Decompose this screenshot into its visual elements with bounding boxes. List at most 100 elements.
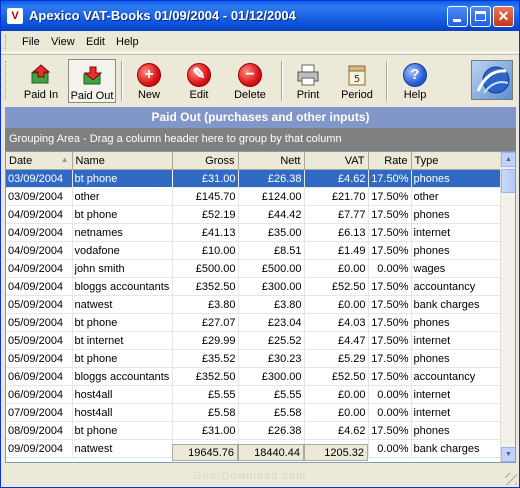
cell-vat: £21.70	[304, 187, 369, 206]
logo-globe-icon	[476, 66, 510, 94]
paid-out-label: Paid Out	[70, 90, 114, 102]
table-row[interactable]: 04/09/2004 bloggs accountants £352.50 £300.…	[6, 277, 501, 296]
edit-button[interactable]: ✎ Edit	[175, 59, 223, 103]
cell-type: phones	[411, 349, 501, 368]
column-header-vat[interactable]: VAT	[304, 152, 369, 170]
cell-type: wages	[411, 259, 501, 278]
cell-date: 04/09/2004	[6, 205, 73, 224]
cell-date: 03/09/2004	[6, 187, 73, 206]
grouping-area[interactable]: Grouping Area - Drag a column header her…	[5, 128, 516, 151]
cell-vat: £0.00	[304, 385, 369, 404]
column-header-date[interactable]: Date ▲	[6, 152, 73, 170]
help-button[interactable]: ? Help	[391, 59, 439, 103]
sort-asc-icon: ▲	[60, 154, 69, 164]
scroll-up-button[interactable]: ▲	[501, 152, 515, 167]
table-row[interactable]: 04/09/2004 john smith £500.00 £500.00 £0.00 0…	[6, 259, 501, 278]
column-header-gross[interactable]: Gross	[172, 152, 239, 170]
column-header-name[interactable]: Name	[72, 152, 173, 170]
arrow-up-icon: ▲	[505, 156, 512, 163]
cell-date: 06/09/2004	[6, 385, 73, 404]
cell-gross: £29.99	[172, 331, 239, 350]
menu-grip[interactable]	[5, 35, 9, 49]
cell-name: host4all	[72, 385, 173, 404]
maximize-button[interactable]	[470, 6, 491, 27]
table-row[interactable]: 05/09/2004 bt phone £27.07 £23.04 £4.03 17.50…	[6, 313, 501, 332]
menu-edit[interactable]: Edit	[86, 36, 105, 48]
print-label: Print	[296, 89, 320, 101]
total-nett: 18440.44	[238, 444, 304, 461]
app-logo	[471, 60, 513, 100]
main-window: V Apexico VAT-Books 01/09/2004 - 01/12/2…	[0, 0, 520, 488]
cell-type: accountancy	[411, 277, 501, 296]
cell-nett: £3.80	[238, 295, 305, 314]
table-row[interactable]: 05/09/2004 natwest £3.80 £3.80 £0.00 17.50% ba…	[6, 295, 501, 314]
toolbar-grip[interactable]	[5, 61, 9, 99]
total-vat: 1205.32	[304, 444, 368, 461]
cell-nett: £23.04	[238, 313, 305, 332]
print-button[interactable]: Print	[284, 59, 332, 103]
column-header-type[interactable]: Type	[411, 152, 501, 170]
paid-out-button[interactable]: Paid Out	[68, 59, 116, 103]
column-header-nett[interactable]: Nett	[238, 152, 305, 170]
cell-gross: £3.80	[172, 295, 239, 314]
printer-icon	[297, 64, 319, 86]
new-label: New	[137, 89, 160, 101]
cell-type: phones	[411, 313, 501, 332]
cell-nett: £8.51	[238, 241, 305, 260]
paid-in-button[interactable]: Paid In	[17, 59, 65, 103]
toolbar-separator	[121, 61, 123, 101]
cell-type: bank charges	[411, 295, 501, 314]
table-row[interactable]: 07/09/2004 host4all £5.58 £5.58 £0.00 0.00% in…	[6, 403, 501, 422]
table-row[interactable]: 04/09/2004 bt phone £52.19 £44.42 £7.77 17.50…	[6, 205, 501, 224]
app-icon[interactable]: V	[7, 8, 23, 24]
cell-date: 05/09/2004	[6, 295, 73, 314]
cell-gross: £27.07	[172, 313, 239, 332]
status-bar: GearDownload.com	[1, 467, 519, 487]
table-row[interactable]: 08/09/2004 bt phone £31.00 £26.38 £4.62 17.50…	[6, 421, 501, 440]
toolbar-separator	[386, 61, 388, 101]
new-button[interactable]: + New	[125, 59, 173, 103]
scroll-down-button[interactable]: ▼	[501, 447, 515, 462]
cell-vat: £7.77	[304, 205, 369, 224]
cell-gross: £41.13	[172, 223, 239, 242]
scroll-thumb[interactable]	[501, 169, 515, 193]
vertical-scrollbar[interactable]: ▲ ▼	[500, 152, 515, 462]
minimize-icon	[453, 19, 461, 22]
menu-help[interactable]: Help	[116, 36, 139, 48]
table-row[interactable]: 05/09/2004 bt phone £35.52 £30.23 £5.29 17.50…	[6, 349, 501, 368]
calendar-icon: 5	[348, 65, 366, 86]
menu-view[interactable]: View	[51, 36, 75, 48]
cell-name: bloggs accountants	[72, 367, 173, 386]
cell-vat: £4.03	[304, 313, 369, 332]
table-row[interactable]: 04/09/2004 vodafone £10.00 £8.51 £1.49 17.50%…	[6, 241, 501, 260]
cell-gross: £52.19	[172, 205, 239, 224]
cell-date: 05/09/2004	[6, 349, 73, 368]
cell-nett: £44.42	[238, 205, 305, 224]
cell-rate: 17.50%	[368, 223, 412, 242]
cell-name: bt phone	[72, 205, 173, 224]
help-icon: ?	[403, 63, 427, 87]
minimize-button[interactable]	[447, 6, 468, 27]
period-button[interactable]: 5 Period	[333, 59, 381, 103]
arrow-down-icon: ▼	[505, 451, 512, 458]
menu-bar: File View Edit Help	[1, 32, 519, 53]
delete-button[interactable]: − Delete	[226, 59, 274, 103]
menu-file[interactable]: File	[22, 36, 40, 48]
title-bar[interactable]: V Apexico VAT-Books 01/09/2004 - 01/12/2…	[1, 1, 519, 31]
cell-rate: 17.50%	[368, 313, 412, 332]
table-row[interactable]: 04/09/2004 netnames £41.13 £35.00 £6.13 17.50…	[6, 223, 501, 242]
close-button[interactable]: ✕	[493, 6, 514, 27]
view-banner: Paid Out (purchases and other inputs)	[5, 107, 516, 128]
table-row[interactable]: 03/09/2004 bt phone £31.00 £26.38 £4.62 17.50…	[6, 169, 501, 188]
table-row[interactable]: 03/09/2004 other £145.70 £124.00 £21.70 17.50…	[6, 187, 501, 206]
table-row[interactable]: 06/09/2004 host4all £5.55 £5.55 £0.00 0.00% in…	[6, 385, 501, 404]
cell-vat: £52.50	[304, 367, 369, 386]
column-header-rate[interactable]: Rate	[368, 152, 412, 170]
cell-rate: 17.50%	[368, 367, 412, 386]
resize-grip[interactable]	[505, 473, 517, 485]
table-row[interactable]: 05/09/2004 bt internet £29.99 £25.52 £4.47 17…	[6, 331, 501, 350]
cell-vat: £6.13	[304, 223, 369, 242]
cell-rate: 0.00%	[368, 385, 412, 404]
cell-rate: 17.50%	[368, 187, 412, 206]
table-row[interactable]: 06/09/2004 bloggs accountants £352.50 £300.…	[6, 367, 501, 386]
